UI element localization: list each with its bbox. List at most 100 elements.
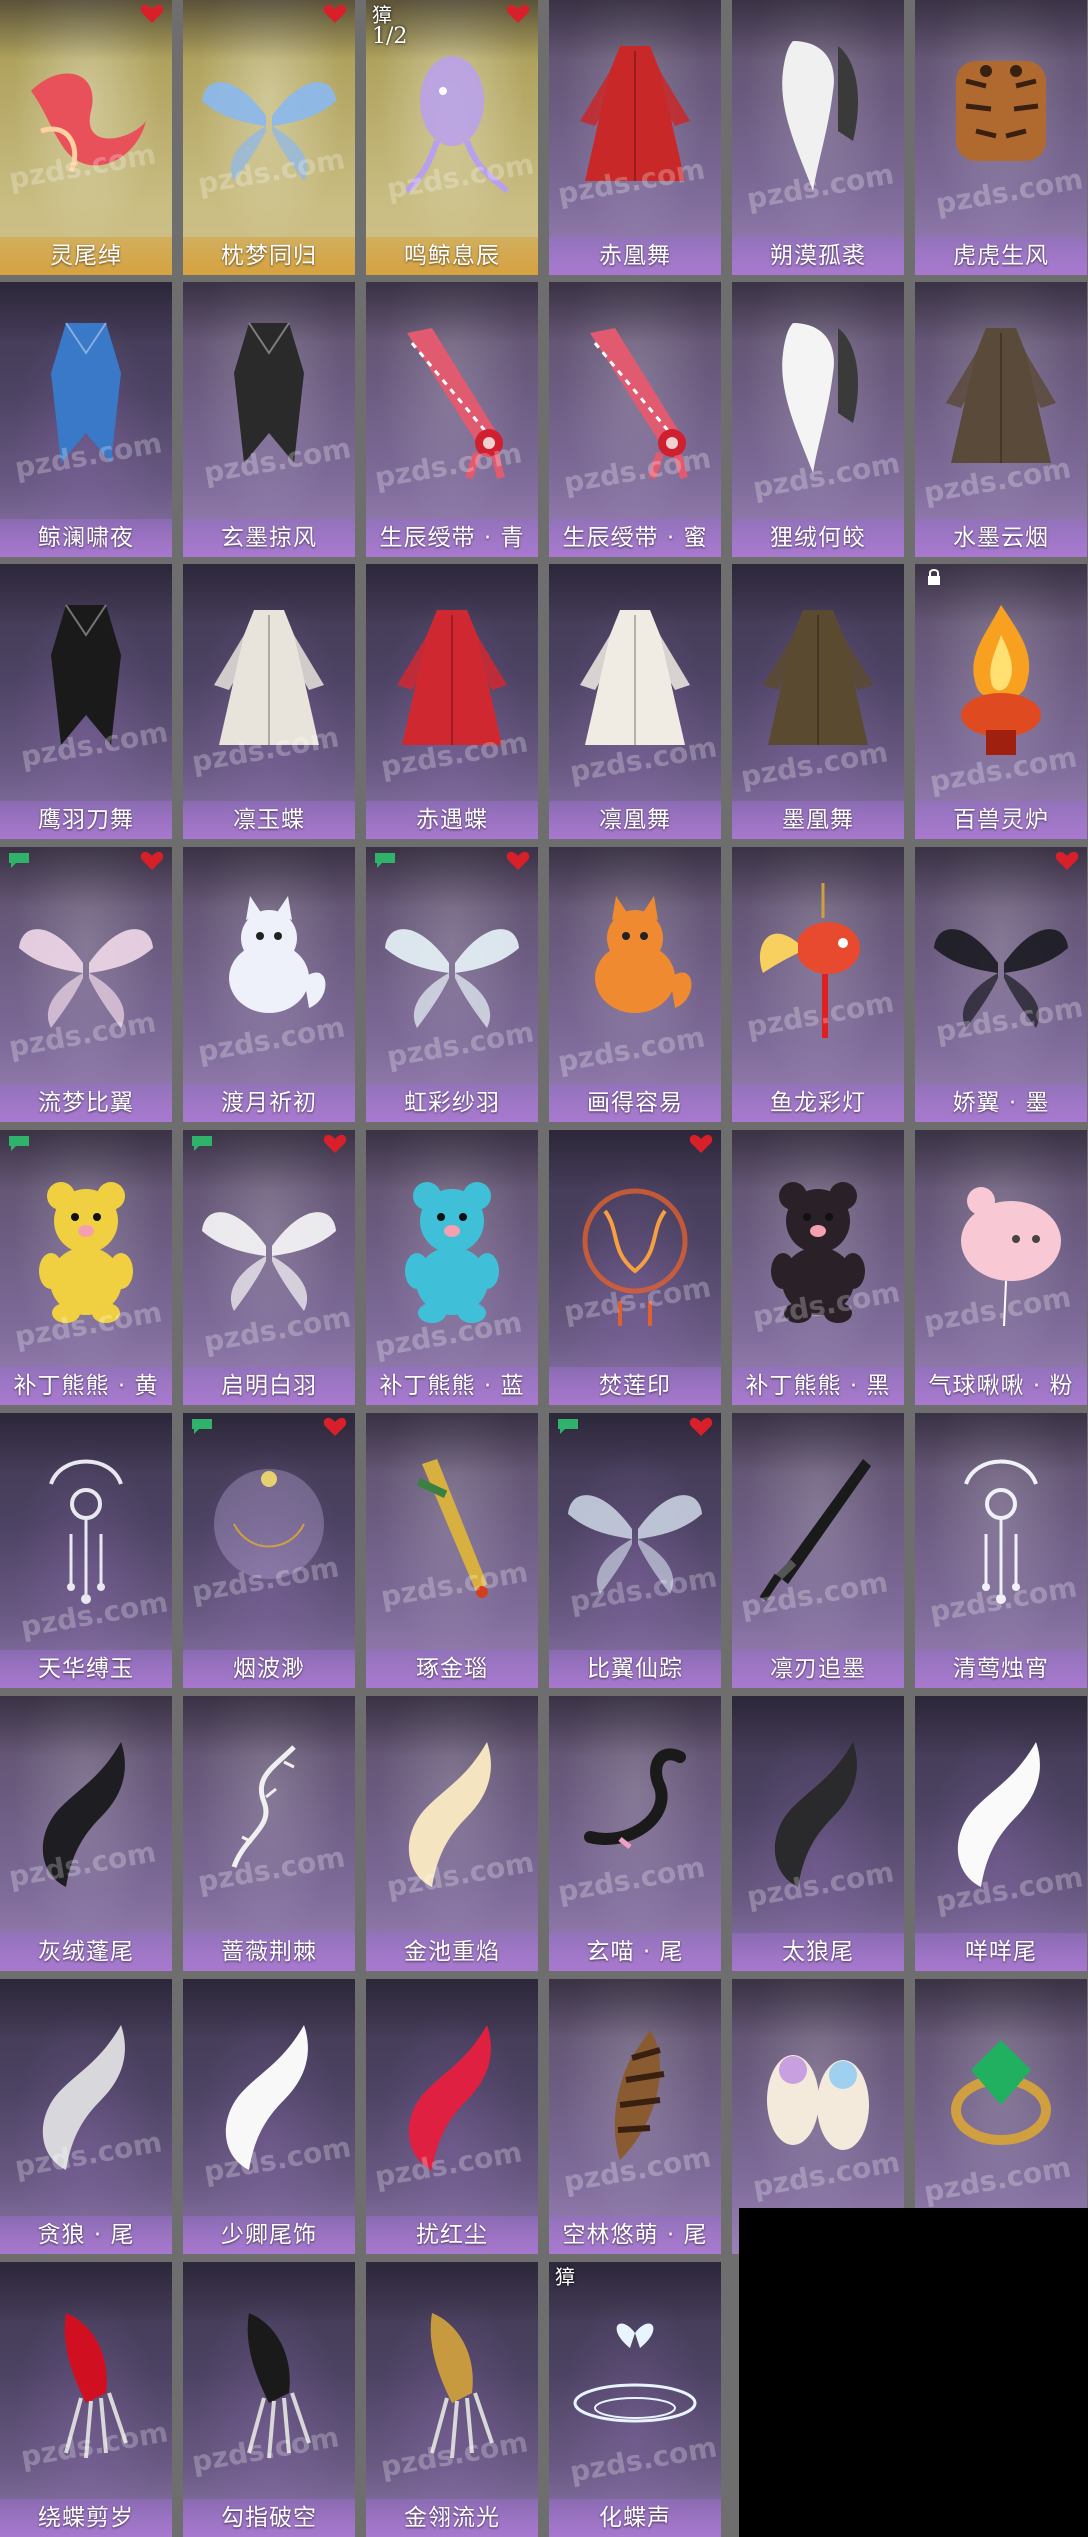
lock-icon xyxy=(921,568,947,586)
item-card[interactable]: pzds.com 凛凰舞 xyxy=(549,564,721,839)
item-card[interactable]: pzds.com 贪狼 · 尾 xyxy=(0,1979,172,2254)
item-card[interactable]: pzds.com 鲸澜啸夜 xyxy=(0,282,172,557)
heart-icon[interactable] xyxy=(323,1134,347,1154)
badge-fraction: 1/2 xyxy=(372,24,408,49)
wings-icon xyxy=(926,878,1076,1052)
item-card[interactable]: pzds.com 蔷薇荆棘 xyxy=(183,1696,355,1971)
flame-ring-icon xyxy=(560,1161,710,1335)
item-card[interactable]: pzds.com 绕蝶剪岁 xyxy=(0,2262,172,2537)
item-card[interactable]: pzds.com 勾指破空 xyxy=(183,2262,355,2537)
whale-icon xyxy=(377,31,527,205)
item-card[interactable]: pzds.com 凛刃追墨 xyxy=(732,1413,904,1688)
item-card[interactable]: pzds.com 狸绒何皎 xyxy=(732,282,904,557)
wings-icon xyxy=(194,31,344,205)
item-card[interactable]: pzds.com 比翼仙踪 xyxy=(549,1413,721,1688)
item-card[interactable]: pzds.com 烟波渺 xyxy=(183,1413,355,1688)
tail-icon xyxy=(11,1727,161,1901)
item-name: 扰红尘 xyxy=(366,2216,538,2254)
sash-icon xyxy=(560,313,710,487)
item-card[interactable]: pzds.com 金翎流光 xyxy=(366,2262,538,2537)
item-card[interactable]: pzds.com 水墨云烟 xyxy=(915,282,1087,557)
item-name: 少卿尾饰 xyxy=(183,2216,355,2254)
item-card[interactable]: pzds.com 朔漠孤裘 xyxy=(732,0,904,275)
item-card[interactable]: pzds.com 玄喵 · 尾 xyxy=(549,1696,721,1971)
item-card[interactable]: pzds.com 枕梦同归 xyxy=(183,0,355,275)
item-card[interactable]: pzds.com 咩咩尾 xyxy=(915,1696,1087,1971)
item-name: 补丁熊熊 · 蓝 xyxy=(366,1367,538,1405)
item-card[interactable]: pzds.com 生辰绶带 · 蜜 xyxy=(549,282,721,557)
item-card[interactable]: pzds.com 补丁熊熊 · 蓝 xyxy=(366,1130,538,1405)
item-name: 生辰绶带 · 青 xyxy=(366,519,538,557)
item-card[interactable]: pzds.com 赤遇蝶 xyxy=(366,564,538,839)
tail-icon xyxy=(194,2010,344,2184)
item-name: 补丁熊熊 · 黑 xyxy=(732,1367,904,1405)
item-card[interactable]: pzds.com 补丁熊熊 · 黑 xyxy=(732,1130,904,1405)
item-card[interactable]: pzds.com 赤凰舞 xyxy=(549,0,721,275)
item-card[interactable]: pzds.com 流梦比翼 xyxy=(0,847,172,1122)
item-card[interactable]: pzds.com 焚莲印 xyxy=(549,1130,721,1405)
item-name: 水墨云烟 xyxy=(915,519,1087,557)
item-card[interactable]: pzds.com 琢金瑙 xyxy=(366,1413,538,1688)
item-card[interactable]: pzds.com 生辰绶带 · 青 xyxy=(366,282,538,557)
item-name: 空林悠萌 · 尾 xyxy=(549,2216,721,2254)
item-card[interactable]: pzds.com 灰绒蓬尾 xyxy=(0,1696,172,1971)
robe-icon xyxy=(560,595,710,769)
item-name: 金翎流光 xyxy=(366,2499,538,2537)
item-card[interactable]: pzds.com 虹彩纱羽 xyxy=(366,847,538,1122)
heart-icon[interactable] xyxy=(323,1417,347,1437)
item-card[interactable]: pzds.com 清莺烛宵 xyxy=(915,1413,1087,1688)
item-card[interactable]: pzds.com 鹰羽刀舞 xyxy=(0,564,172,839)
item-card[interactable]: pzds.com 气球啾啾 · 粉 xyxy=(915,1130,1087,1405)
item-card[interactable]: pzds.com 灵尾绰 xyxy=(0,0,172,275)
variant-badge: 獐 xyxy=(555,2266,575,2288)
item-name: 枕梦同归 xyxy=(183,237,355,275)
item-card[interactable]: pzds.com 獐 1/2 鸣鲸息辰 xyxy=(366,0,538,275)
heart-icon[interactable] xyxy=(1055,851,1079,871)
item-card[interactable]: pzds.com 鱼龙彩灯 xyxy=(732,847,904,1122)
item-card[interactable]: pzds.com 补丁熊熊 · 黄 xyxy=(0,1130,172,1405)
heart-icon[interactable] xyxy=(140,4,164,24)
heart-icon[interactable] xyxy=(506,4,530,24)
item-card[interactable]: pzds.com 太狼尾 xyxy=(732,1696,904,1971)
item-card[interactable]: pzds.com 玄墨掠风 xyxy=(183,282,355,557)
item-name: 化蝶声 xyxy=(549,2499,721,2537)
item-card[interactable]: pzds.com 娇翼 · 墨 xyxy=(915,847,1087,1122)
item-card[interactable]: pzds.com 金池重焰 xyxy=(366,1696,538,1971)
badge-glyph: 獐 xyxy=(555,2265,575,2289)
item-card[interactable]: pzds.com 虎虎生风 xyxy=(915,0,1087,275)
cape-icon xyxy=(194,313,344,487)
claw-icon xyxy=(11,2293,161,2467)
item-name: 生辰绶带 · 蜜 xyxy=(549,519,721,557)
item-card[interactable]: pzds.com 启明白羽 xyxy=(183,1130,355,1405)
item-name: 勾指破空 xyxy=(183,2499,355,2537)
item-card[interactable]: pzds.com 凛玉蝶 xyxy=(183,564,355,839)
heart-icon[interactable] xyxy=(689,1134,713,1154)
item-card[interactable]: pzds.com 天华缚玉 xyxy=(0,1413,172,1688)
item-card[interactable]: pzds.com 扰红尘 xyxy=(366,1979,538,2254)
teddy-bear-icon xyxy=(377,1161,527,1335)
heart-icon[interactable] xyxy=(506,851,530,871)
item-card[interactable]: pzds.com 百兽灵炉 xyxy=(915,564,1087,839)
heart-icon[interactable] xyxy=(140,851,164,871)
wings-icon xyxy=(194,1161,344,1335)
item-name: 虹彩纱羽 xyxy=(366,1084,538,1122)
heart-icon[interactable] xyxy=(323,4,347,24)
item-card[interactable]: pzds.com 画得容易 xyxy=(549,847,721,1122)
pendant-icon xyxy=(926,1444,1076,1618)
item-name: 画得容易 xyxy=(549,1084,721,1122)
item-name: 天华缚玉 xyxy=(0,1650,172,1688)
cat-tail-icon xyxy=(560,1727,710,1901)
item-name: 烟波渺 xyxy=(183,1650,355,1688)
item-card[interactable]: pzds.com 少卿尾饰 xyxy=(183,1979,355,2254)
thorn-tail-icon xyxy=(194,1727,344,1901)
butterfly-swirl-icon xyxy=(560,2293,710,2467)
wings-icon xyxy=(11,878,161,1052)
item-name: 凛玉蝶 xyxy=(183,801,355,839)
item-card[interactable]: pzds.com 獐化蝶声 xyxy=(549,2262,721,2537)
item-card[interactable]: pzds.com 墨凰舞 xyxy=(732,564,904,839)
sword-icon xyxy=(743,1444,893,1618)
item-card[interactable]: pzds.com 空林悠萌 · 尾 xyxy=(549,1979,721,2254)
fur-cloak-icon xyxy=(743,31,893,205)
item-card[interactable]: pzds.com 渡月祈初 xyxy=(183,847,355,1122)
heart-icon[interactable] xyxy=(689,1417,713,1437)
